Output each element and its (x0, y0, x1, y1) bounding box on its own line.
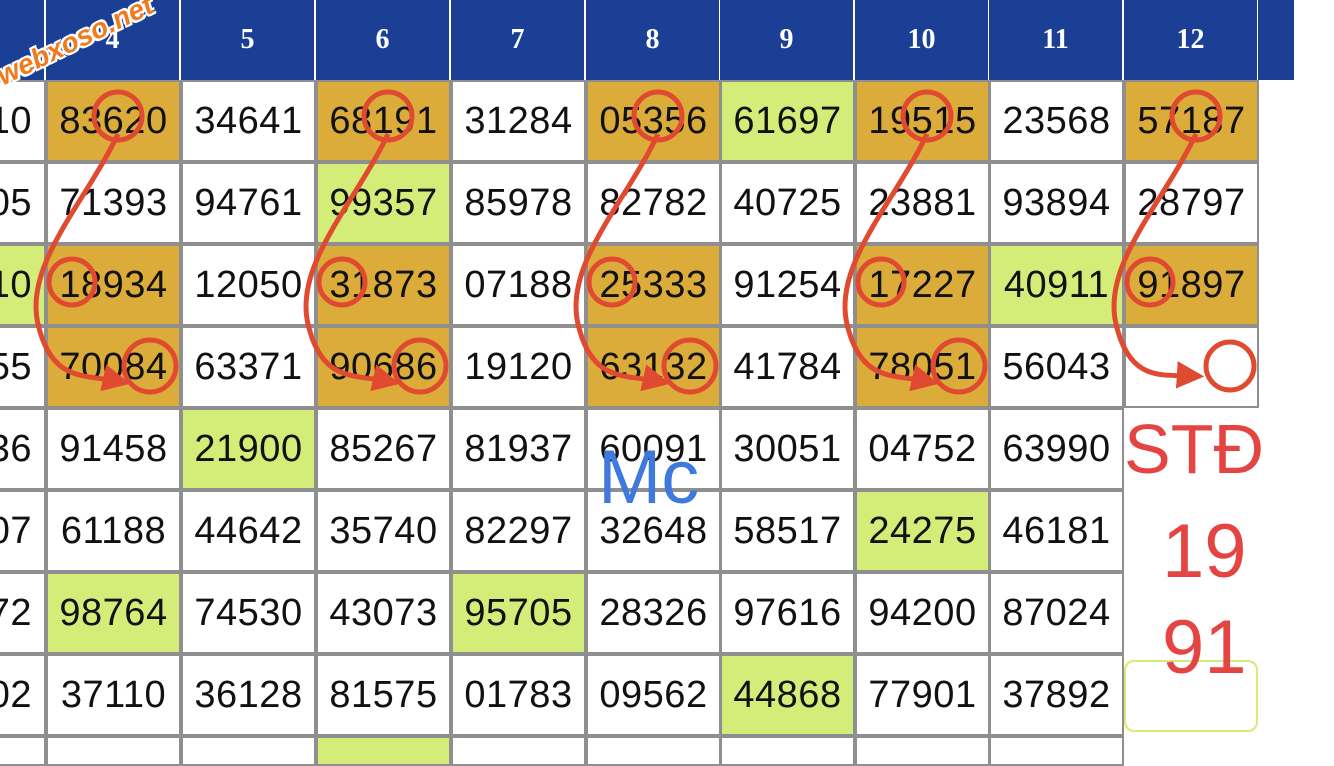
column-header: 6 (316, 0, 451, 80)
result-cell: 41784 (720, 326, 855, 408)
result-cell-partial (586, 736, 721, 766)
result-cell: 37110 (46, 654, 181, 736)
result-cell: 94761 (181, 162, 316, 244)
std-annotation-label: STĐ (1124, 410, 1264, 488)
result-cell: 82297 (451, 490, 586, 572)
result-cell: 28326 (586, 572, 721, 654)
row-prefix-cell: 02 (0, 654, 46, 736)
result-cell: 09562 (586, 654, 721, 736)
result-cell: 70084 (46, 326, 181, 408)
result-cell: 98764 (46, 572, 181, 654)
result-cell: 85978 (451, 162, 586, 244)
result-cell: 12050 (181, 244, 316, 326)
row-prefix-cell-partial (0, 736, 46, 766)
result-cell: 21900 (181, 408, 316, 490)
result-cell: 87024 (989, 572, 1124, 654)
result-cell: 99357 (316, 162, 451, 244)
result-cell-partial (46, 736, 181, 766)
result-cell: 63132 (586, 326, 721, 408)
column-header: 9 (720, 0, 855, 80)
result-cell: 63990 (989, 408, 1124, 490)
row-prefix-cell: 10 (0, 244, 46, 326)
result-cell: 93894 (989, 162, 1124, 244)
result-cell: 94200 (855, 572, 990, 654)
row-prefix-cell: 55 (0, 326, 46, 408)
result-cell: 91458 (46, 408, 181, 490)
result-cell: 40725 (720, 162, 855, 244)
result-cell-partial (720, 736, 855, 766)
result-cell: 18934 (46, 244, 181, 326)
std-annotation-number-top: 19 (1162, 509, 1247, 594)
result-cell: 91897 (1124, 244, 1259, 326)
result-cell: 85267 (316, 408, 451, 490)
result-cell: 43073 (316, 572, 451, 654)
column-header: 11 (989, 0, 1124, 80)
result-cell: 58517 (720, 490, 855, 572)
result-cell: 90686 (316, 326, 451, 408)
result-cell: 40911 (989, 244, 1124, 326)
mc-annotation: Mc (598, 435, 700, 520)
result-cell: 68191 (316, 80, 451, 162)
result-cell: 24275 (855, 490, 990, 572)
result-cell: 28797 (1124, 162, 1259, 244)
result-cell: 36128 (181, 654, 316, 736)
result-cell: 07188 (451, 244, 586, 326)
row-prefix-cell: 05 (0, 162, 46, 244)
result-cell: 61188 (46, 490, 181, 572)
result-cell: 34641 (181, 80, 316, 162)
row-prefix-cell: 72 (0, 572, 46, 654)
result-cell: 78051 (855, 326, 990, 408)
result-cell: 97616 (720, 572, 855, 654)
row-prefix-cell: 07 (0, 490, 46, 572)
result-cell-partial (181, 736, 316, 766)
result-cell: 19515 (855, 80, 990, 162)
result-cell: 35740 (316, 490, 451, 572)
result-cell: 05356 (586, 80, 721, 162)
result-cell-partial (451, 736, 586, 766)
row-prefix-cell: 36 (0, 408, 46, 490)
result-cell: 31284 (451, 80, 586, 162)
column-header: 5 (181, 0, 316, 80)
result-cell: 57187 (1124, 80, 1259, 162)
result-cell: 82782 (586, 162, 721, 244)
column-header: 8 (586, 0, 721, 80)
result-cell: 77901 (855, 654, 990, 736)
column-header: 7 (451, 0, 586, 80)
result-cell: 46181 (989, 490, 1124, 572)
result-cell: 81575 (316, 654, 451, 736)
result-cell: 30051 (720, 408, 855, 490)
result-cell: 17227 (855, 244, 990, 326)
result-cell: 61697 (720, 80, 855, 162)
result-cell: 74530 (181, 572, 316, 654)
result-cell: 23568 (989, 80, 1124, 162)
row-prefix-cell: 10 (0, 80, 46, 162)
result-cell-partial (989, 736, 1124, 766)
result-cell: 56043 (989, 326, 1124, 408)
result-cell: 44868 (720, 654, 855, 736)
result-cell: 04752 (855, 408, 990, 490)
result-cell: 91254 (720, 244, 855, 326)
result-cell: 01783 (451, 654, 586, 736)
result-cell: 23881 (855, 162, 990, 244)
result-cell-partial (316, 736, 451, 766)
result-cell: 83620 (46, 80, 181, 162)
result-cell: 19120 (451, 326, 586, 408)
result-cell: 44642 (181, 490, 316, 572)
std-annotation-number-bottom: 91 (1162, 605, 1247, 690)
result-cell-partial (855, 736, 990, 766)
column-header: 12 (1124, 0, 1259, 80)
result-cell: 31873 (316, 244, 451, 326)
result-cell: 81937 (451, 408, 586, 490)
result-cell: 95705 (451, 572, 586, 654)
result-cell: 25333 (586, 244, 721, 326)
result-cell: 37892 (989, 654, 1124, 736)
result-cell (1124, 326, 1259, 408)
column-header: 10 (855, 0, 990, 80)
result-cell: 71393 (46, 162, 181, 244)
result-cell: 63371 (181, 326, 316, 408)
header-tail (1258, 0, 1294, 80)
